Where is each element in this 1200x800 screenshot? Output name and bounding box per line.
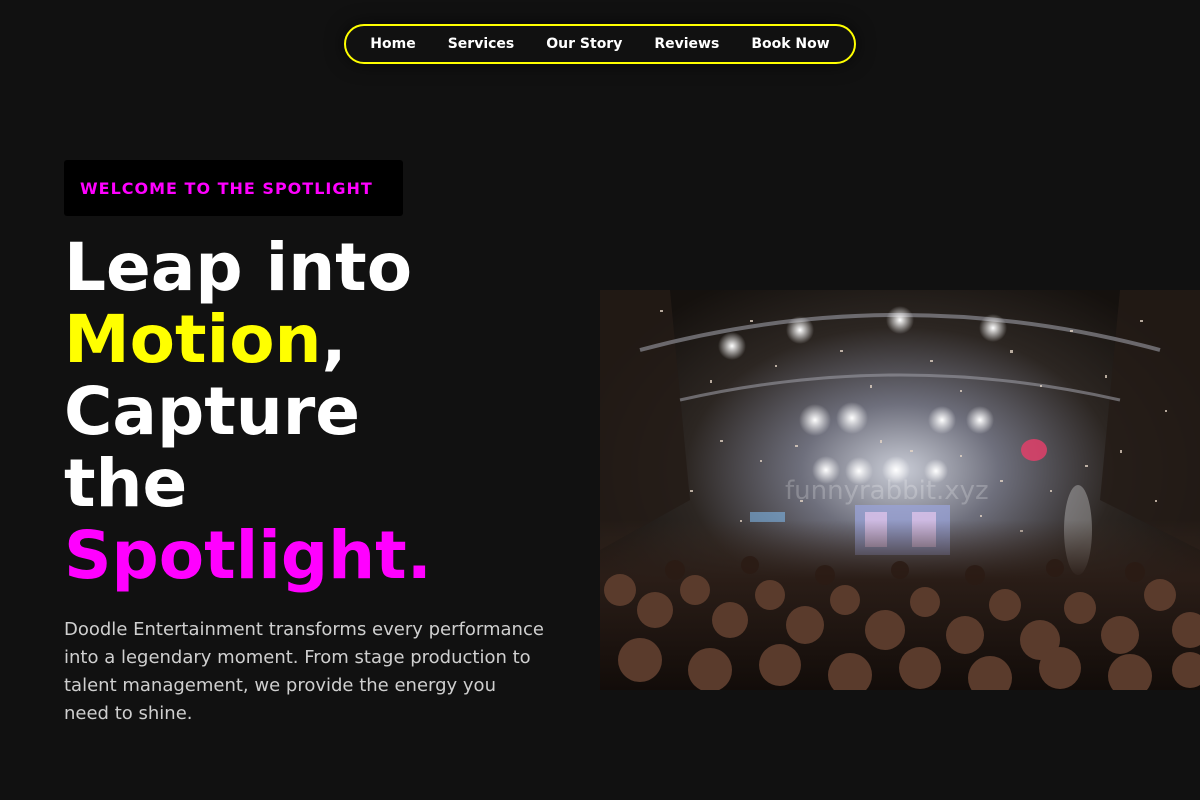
headline-line-2: Motion, — [64, 304, 564, 376]
headline-line-3: Capture — [64, 373, 361, 450]
top-navigation: Home Services Our Story Reviews Book Now — [344, 24, 856, 64]
headline-line-4: the — [64, 445, 188, 522]
headline-highlight-spotlight: Spotlight. — [64, 517, 432, 594]
headline-comma: , — [321, 301, 347, 378]
nav-link-book-now[interactable]: Book Now — [735, 26, 845, 62]
nav-link-reviews[interactable]: Reviews — [638, 26, 735, 62]
hero-description: Doodle Entertainment transforms every pe… — [64, 619, 544, 724]
headline-highlight-motion: Motion — [64, 301, 322, 378]
nav-link-our-story[interactable]: Our Story — [530, 26, 638, 62]
page: Home Services Our Story Reviews Book Now… — [0, 0, 1200, 800]
concert-image — [600, 290, 1200, 690]
hero-headline: Leap into Motion, Capture the Spotlight. — [64, 232, 564, 592]
nav-link-home[interactable]: Home — [354, 26, 431, 62]
welcome-badge-text: WELCOME TO THE SPOTLIGHT — [80, 178, 373, 198]
concert-illustration — [600, 290, 1200, 690]
welcome-badge: WELCOME TO THE SPOTLIGHT — [64, 160, 403, 216]
nav-link-services[interactable]: Services — [432, 26, 531, 62]
headline-line-1: Leap into — [64, 229, 413, 306]
